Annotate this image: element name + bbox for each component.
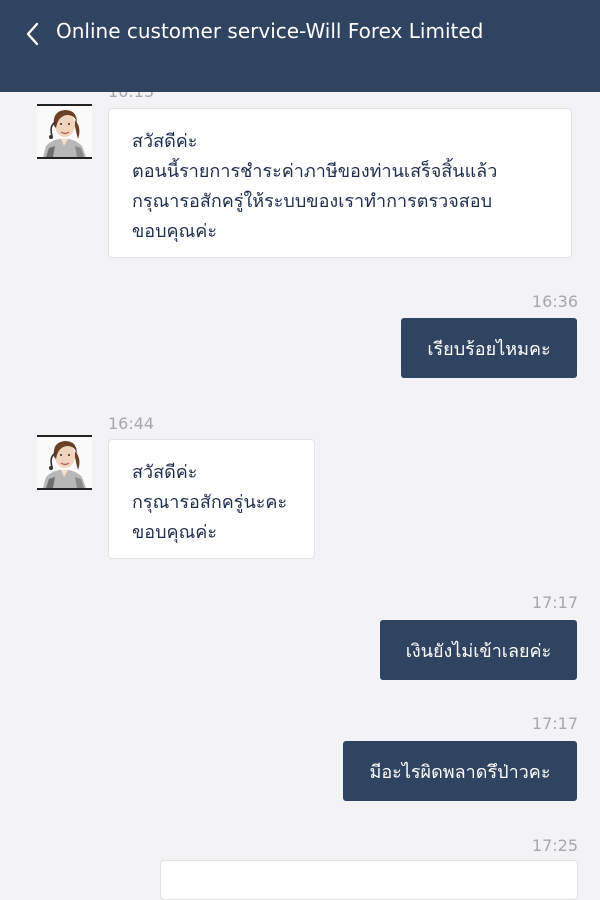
message-timestamp: 17:17 <box>531 714 578 733</box>
message-line: สวัสดีค่ะ <box>132 462 198 483</box>
message-line: ตอนนี้รายการชำระค่าภาษีของท่านเสร็จสิ้นแ… <box>132 161 498 182</box>
agent-message-bubble <box>160 860 578 900</box>
chevron-left-icon <box>26 22 39 46</box>
message-timestamp: 16:36 <box>531 292 578 311</box>
message-line: ขอบคุณค่ะ <box>132 522 217 543</box>
agent-message-bubble: สวัสดีค่ะ กรุณารอสักครู่นะคะ ขอบคุณค่ะ <box>108 439 315 559</box>
user-message-bubble: มีอะไรผิดพลาดรึป่าวคะ <box>343 741 577 801</box>
chat-area: 16:13 สวัสดีค่ะ ตอนนี้รายการชำระค่าภาษีข… <box>0 0 600 900</box>
back-button[interactable] <box>12 14 52 54</box>
message-line: สวัสดีค่ะ <box>132 131 198 152</box>
agent-avatar[interactable] <box>37 104 92 159</box>
agent-avatar-image <box>37 106 92 157</box>
user-message-bubble: เงินยังไม่เข้าเลยค่ะ <box>380 620 577 680</box>
message-line: กรุณารอสักครู่ให้ระบบของเราทำการตรวจสอบ <box>132 191 492 212</box>
message-timestamp: 17:25 <box>531 836 578 855</box>
message-timestamp: 17:17 <box>531 593 578 612</box>
message-line: กรุณารอสักครู่นะคะ <box>132 492 288 513</box>
user-message-bubble: เรียบร้อยไหมคะ <box>401 318 577 378</box>
message-line: ขอบคุณค่ะ <box>132 221 217 242</box>
agent-message-bubble: สวัสดีค่ะ ตอนนี้รายการชำระค่าภาษีของท่าน… <box>108 108 572 258</box>
page-title: Online customer service-Will Forex Limit… <box>56 19 484 43</box>
agent-avatar-image <box>37 437 92 488</box>
message-timestamp: 16:44 <box>108 414 155 433</box>
chat-header: Online customer service-Will Forex Limit… <box>0 0 600 92</box>
agent-avatar[interactable] <box>37 435 92 490</box>
